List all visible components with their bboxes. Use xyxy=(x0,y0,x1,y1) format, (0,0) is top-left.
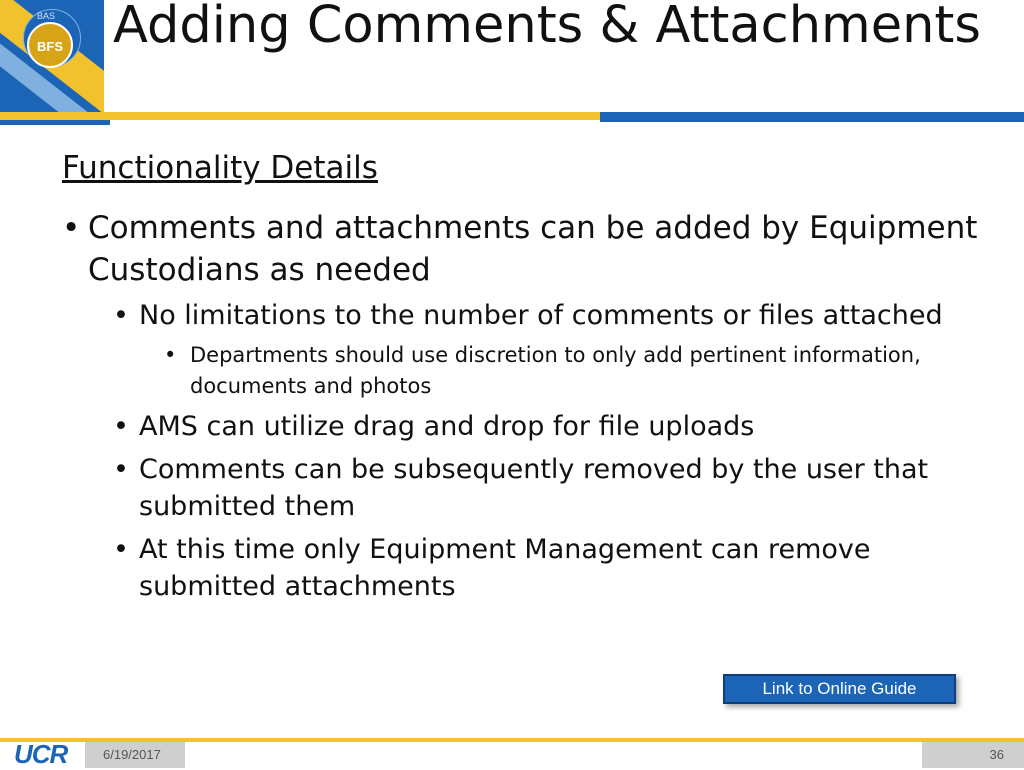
bullet-text: Comments and attachments can be added by… xyxy=(88,210,978,288)
slide-header: BAS BFS Adding Comments & Attachments xyxy=(0,0,1024,125)
bullet-item: • No limitations to the number of comment… xyxy=(113,297,982,334)
logo-seal-text: BFS xyxy=(37,39,63,54)
bullet-text: No limitations to the number of comments… xyxy=(139,300,943,331)
bullet-text: Comments can be subsequently removed by … xyxy=(139,454,929,522)
bullet-text: AMS can utilize drag and drop for file u… xyxy=(139,411,755,442)
bullet-list: • Comments and attachments can be added b… xyxy=(62,207,982,605)
section-heading: Functionality Details xyxy=(62,150,378,186)
bullet-text: Departments should use discretion to onl… xyxy=(190,343,921,398)
bullet-dot-icon: • xyxy=(164,343,177,367)
bullet-item: • Comments and attachments can be added b… xyxy=(62,207,982,291)
slide-title: Adding Comments & Attachments xyxy=(113,0,981,55)
bullet-item: • At this time only Equipment Management … xyxy=(113,531,982,605)
bullet-item: • AMS can utilize drag and drop for file … xyxy=(113,408,982,445)
logo-top-text: BAS xyxy=(37,11,56,21)
footer-date: 6/19/2017 xyxy=(85,742,185,768)
bullet-dot-icon: • xyxy=(113,454,129,485)
bullet-item: • Departments should use discretion to on… xyxy=(164,340,982,402)
bullet-dot-icon: • xyxy=(113,411,129,442)
bullet-dot-icon: • xyxy=(113,300,129,331)
ucr-logo: UCR xyxy=(14,739,68,769)
header-stripe-blue-left xyxy=(0,120,110,125)
bullet-text: At this time only Equipment Management c… xyxy=(139,534,871,602)
bullet-item: • Comments can be subsequently removed by… xyxy=(113,451,982,525)
online-guide-link-button[interactable]: Link to Online Guide xyxy=(723,674,956,704)
bullet-dot-icon: • xyxy=(62,210,81,246)
header-stripe-blue xyxy=(600,112,1024,122)
bullet-dot-icon: • xyxy=(113,534,129,565)
page-number: 36 xyxy=(922,742,1024,768)
